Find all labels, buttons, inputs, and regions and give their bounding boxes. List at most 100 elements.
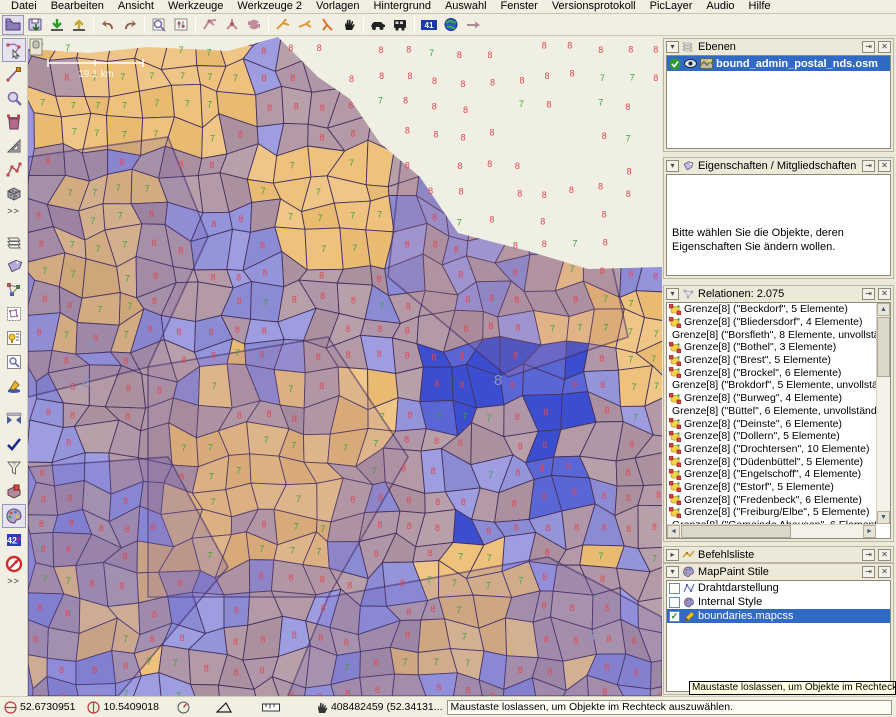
menu-hintergrund[interactable]: Hintergrund <box>366 0 437 13</box>
plugin-arrow-button[interactable] <box>462 15 484 35</box>
scroll-thumb[interactable] <box>877 317 890 377</box>
scroll-up-arrow[interactable]: ▲ <box>877 303 890 316</box>
menu-werkzeuge-2[interactable]: Werkzeuge 2 <box>230 0 309 13</box>
layer-visible-icon[interactable] <box>684 59 697 68</box>
style-checkbox[interactable] <box>669 597 680 608</box>
scroll-down-arrow[interactable]: ▼ <box>877 511 890 524</box>
filter-button[interactable]: ? <box>2 456 26 480</box>
collapse-button[interactable]: ▾ <box>666 288 679 300</box>
draw-node-tool-button[interactable] <box>2 62 26 86</box>
open-button[interactable] <box>2 15 24 35</box>
menu-bearbeiten[interactable]: Bearbeiten <box>44 0 111 13</box>
bus-button[interactable] <box>389 15 411 35</box>
search-dialog-button[interactable] <box>2 350 26 374</box>
collapse-button[interactable]: ▾ <box>666 566 679 578</box>
layers-dialog-button[interactable] <box>2 230 26 254</box>
measure-tool-button[interactable] <box>2 134 26 158</box>
relations-dialog-button[interactable] <box>2 278 26 302</box>
relations-vertical-scrollbar[interactable]: ▲ ▼ <box>876 303 890 524</box>
stick-button[interactable]: ⇥ <box>862 288 875 300</box>
merge-ways-button[interactable] <box>199 15 221 35</box>
tool-orange-1-button[interactable] <box>272 15 294 35</box>
collapse-button[interactable]: ▾ <box>666 41 679 53</box>
minimap-dialog-button[interactable] <box>2 374 26 398</box>
globe-button[interactable] <box>440 15 462 35</box>
close-panel-button[interactable]: ✕ <box>878 160 891 172</box>
menu-ansicht[interactable]: Ansicht <box>111 0 161 13</box>
expand-button[interactable]: ▸ <box>666 549 679 561</box>
redo-button[interactable] <box>119 15 141 35</box>
menu-audio[interactable]: Audio <box>699 0 741 13</box>
style-checkbox[interactable] <box>669 583 680 594</box>
relation-row[interactable]: Grenze[8] ("Engelschoff", 4 Elemente) <box>667 468 876 481</box>
relation-row[interactable]: Grenze[8] ("Deinste", 6 Elemente) <box>667 417 876 430</box>
style-checkbox[interactable]: ✓ <box>669 611 680 622</box>
close-panel-button[interactable]: ✕ <box>878 41 891 53</box>
pan-hand-button[interactable] <box>338 15 360 35</box>
no-entry-button[interactable] <box>2 552 26 576</box>
menu-vorlagen[interactable]: Vorlagen <box>309 0 366 13</box>
menu-werkzeuge[interactable]: Werkzeuge <box>161 0 230 13</box>
relation-row[interactable]: Grenze[8] ("Estorf", 5 Elemente) <box>667 481 876 494</box>
close-panel-button[interactable]: ✕ <box>878 566 891 578</box>
zoom-tool-button[interactable] <box>2 86 26 110</box>
parallel-way-tool-button[interactable] <box>2 158 26 182</box>
relation-row[interactable]: Grenze[8] ("Drochtersen", 10 Elemente) <box>667 443 876 456</box>
more-dialogs-label[interactable]: >> <box>7 576 20 590</box>
relation-row[interactable]: Grenze[8] ("Düdenbüttel", 5 Elemente) <box>667 455 876 468</box>
relations-horizontal-scrollbar[interactable]: ◄ ► <box>667 524 876 538</box>
scroll-right-arrow[interactable]: ► <box>863 525 876 538</box>
relation-row[interactable]: Grenze[8] ("Brokdorf", 5 Elemente, unvol… <box>667 379 876 392</box>
menu-versionsprotokoll[interactable]: Versionsprotokoll <box>545 0 643 13</box>
car-button[interactable] <box>367 15 389 35</box>
select-tool-button[interactable] <box>2 38 26 62</box>
relation-row[interactable]: Grenze[8] ("Borsfleth", 8 Elemente, unvo… <box>667 328 876 341</box>
tool-orange-2-button[interactable] <box>294 15 316 35</box>
selection-dialog-button[interactable] <box>2 302 26 326</box>
delete-tool-button[interactable] <box>2 110 26 134</box>
synchronize-button[interactable] <box>243 15 265 35</box>
fullscreen-button[interactable] <box>2 408 26 432</box>
relation-row[interactable]: Grenze[8] ("Fredenbeck", 6 Elemente) <box>667 493 876 506</box>
validator-button[interactable] <box>2 432 26 456</box>
upload-button[interactable] <box>68 15 90 35</box>
properties-dialog-button[interactable] <box>2 254 26 278</box>
mappaint-row-boundaries-mapcss[interactable]: ✓boundaries.mapcss <box>667 609 890 623</box>
relation-row[interactable]: Grenze[8] ("Brockel", 6 Elemente) <box>667 366 876 379</box>
relation-row[interactable]: Grenze[8] ("Brest", 5 Elemente) <box>667 354 876 367</box>
split-way-button[interactable] <box>221 15 243 35</box>
tool-orange-3-button[interactable] <box>316 15 338 35</box>
menu-datei[interactable]: Datei <box>4 0 44 13</box>
layer-row[interactable]: bound_admin_postal_nds.osm <box>667 56 890 71</box>
menu-piclayer[interactable]: PicLayer <box>643 0 700 13</box>
layer-active-icon[interactable] <box>669 58 681 70</box>
download-button[interactable] <box>46 15 68 35</box>
changeset-42-button[interactable]: 42? <box>2 528 26 552</box>
collapse-button[interactable]: ▾ <box>666 160 679 172</box>
relation-row[interactable]: Grenze[8] ("Burweg", 4 Elemente) <box>667 392 876 405</box>
commands-dialog-button[interactable] <box>2 326 26 350</box>
save-button[interactable] <box>24 15 46 35</box>
relation-row[interactable]: Grenze[8] ("Bothel", 3 Elemente) <box>667 341 876 354</box>
zoom-to-selection-button[interactable] <box>148 15 170 35</box>
undo-button[interactable] <box>97 15 119 35</box>
map-canvas[interactable]: 7777888887888888888777777888888888887788… <box>28 37 662 696</box>
relation-row[interactable]: Grenze[8] ("Büttel", 6 Elemente, unvolls… <box>667 405 876 418</box>
relation-row[interactable]: Grenze[8] ("Bliedersdorf", 4 Elemente) <box>667 316 876 329</box>
relation-row[interactable]: Grenze[8] ("Freiburg/Elbe", 5 Elemente) <box>667 506 876 519</box>
close-panel-button[interactable]: ✕ <box>878 288 891 300</box>
relations-list[interactable]: Grenze[8] ("Beckdorf", 5 Elemente)Grenze… <box>667 303 876 524</box>
plugin-41-button[interactable]: 41 <box>418 15 440 35</box>
scroll-left-arrow[interactable]: ◄ <box>667 525 680 538</box>
conflict-button[interactable] <box>2 480 26 504</box>
menu-auswahl[interactable]: Auswahl <box>438 0 494 13</box>
close-panel-button[interactable]: ✕ <box>878 549 891 561</box>
mappaint-row-drahtdarstellung[interactable]: Drahtdarstellung <box>667 581 890 595</box>
stick-button[interactable]: ⇥ <box>862 566 875 578</box>
mappaint-button[interactable] <box>2 504 26 528</box>
menu-hilfe[interactable]: Hilfe <box>742 0 778 13</box>
extrude-tool-button[interactable] <box>2 182 26 206</box>
more-tools-label[interactable]: >> <box>7 206 20 220</box>
scroll-thumb[interactable] <box>681 525 791 538</box>
mappaint-row-internal-style[interactable]: Internal Style <box>667 595 890 609</box>
